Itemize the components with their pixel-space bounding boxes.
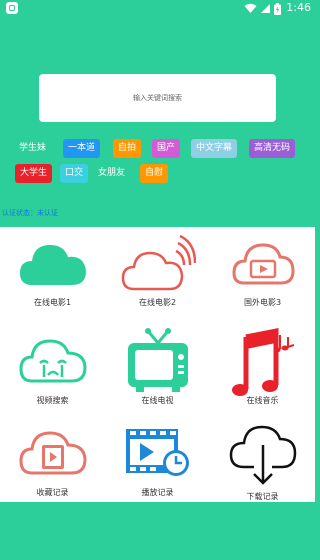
grid-item-online-movie-1[interactable]: 在线电影1 — [0, 227, 105, 318]
grid-item-label: 播放记录 — [141, 488, 174, 497]
battery-icon — [274, 2, 281, 15]
music-notes-icon — [231, 327, 294, 396]
clock: 1:46 — [286, 1, 311, 14]
search-box[interactable]: 输入关键词搜索 — [39, 74, 276, 122]
tag-item[interactable]: 学生妹 — [19, 139, 46, 158]
cloud-icon — [19, 245, 86, 285]
grid-item-label: 在线电影2 — [138, 298, 177, 307]
grid-item-label: 收藏记录 — [36, 488, 69, 497]
tag-item[interactable]: 自拍 — [113, 139, 142, 158]
auth-status: 认证状态：未认证 — [2, 209, 58, 217]
grid-item-online-music[interactable]: 在线音乐 — [210, 321, 315, 412]
tag-item[interactable]: 大学生 — [15, 164, 53, 183]
grid-item-online-tv[interactable]: 在线电视 — [105, 321, 210, 412]
grid-item-label: 国外电影3 — [243, 298, 282, 307]
app-notification-icon — [6, 2, 18, 14]
cloud-film-icon — [18, 431, 87, 475]
grid-item-online-movie-2[interactable]: 在线电影2 — [105, 227, 210, 318]
grid-item-video-search[interactable]: 视频搜索 — [0, 321, 105, 412]
cloud-crying-icon — [18, 339, 87, 383]
grid-item-download-history[interactable]: 下载记录 — [210, 417, 315, 508]
signal-icon — [261, 4, 270, 13]
status-bar: 1:46 — [0, 0, 315, 17]
grid-item-favorites[interactable]: 收藏记录 — [0, 417, 105, 508]
grid-item-label: 在线音乐 — [246, 396, 279, 405]
grid-item-label: 视频搜索 — [36, 396, 69, 405]
cloud-signal-icon — [121, 234, 196, 291]
grid-item-label: 在线电影1 — [33, 298, 72, 307]
grid-item-foreign-movie-3[interactable]: 国外电影3 — [210, 227, 315, 318]
cloud-play-icon — [231, 243, 295, 285]
grid-item-label: 下载记录 — [246, 492, 279, 501]
tag-item[interactable]: 口交 — [60, 164, 89, 183]
tag-item[interactable]: 一本道 — [63, 139, 101, 158]
cloud-download-icon — [229, 425, 296, 485]
tv-icon — [127, 328, 188, 392]
wifi-icon — [244, 3, 257, 13]
status-icons — [244, 2, 281, 15]
grid-item-label: 在线电视 — [141, 396, 174, 405]
tag-item[interactable]: 自慰 — [140, 164, 169, 183]
tag-item[interactable]: 女朋友 — [98, 164, 125, 183]
grid-item-play-history[interactable]: 播放记录 — [105, 417, 210, 508]
tag-item[interactable]: 高清无码 — [249, 139, 296, 158]
tag-item[interactable]: 国产 — [152, 139, 181, 158]
tag-item[interactable]: 中文字幕 — [191, 139, 238, 158]
film-clock-icon — [125, 429, 189, 476]
feature-grid: 在线电影1 在线电影2 国外电影3 视频搜索 在线电视 在线音乐 收藏记录 播放… — [0, 227, 315, 502]
search-placeholder: 输入关键词搜索 — [133, 94, 182, 102]
